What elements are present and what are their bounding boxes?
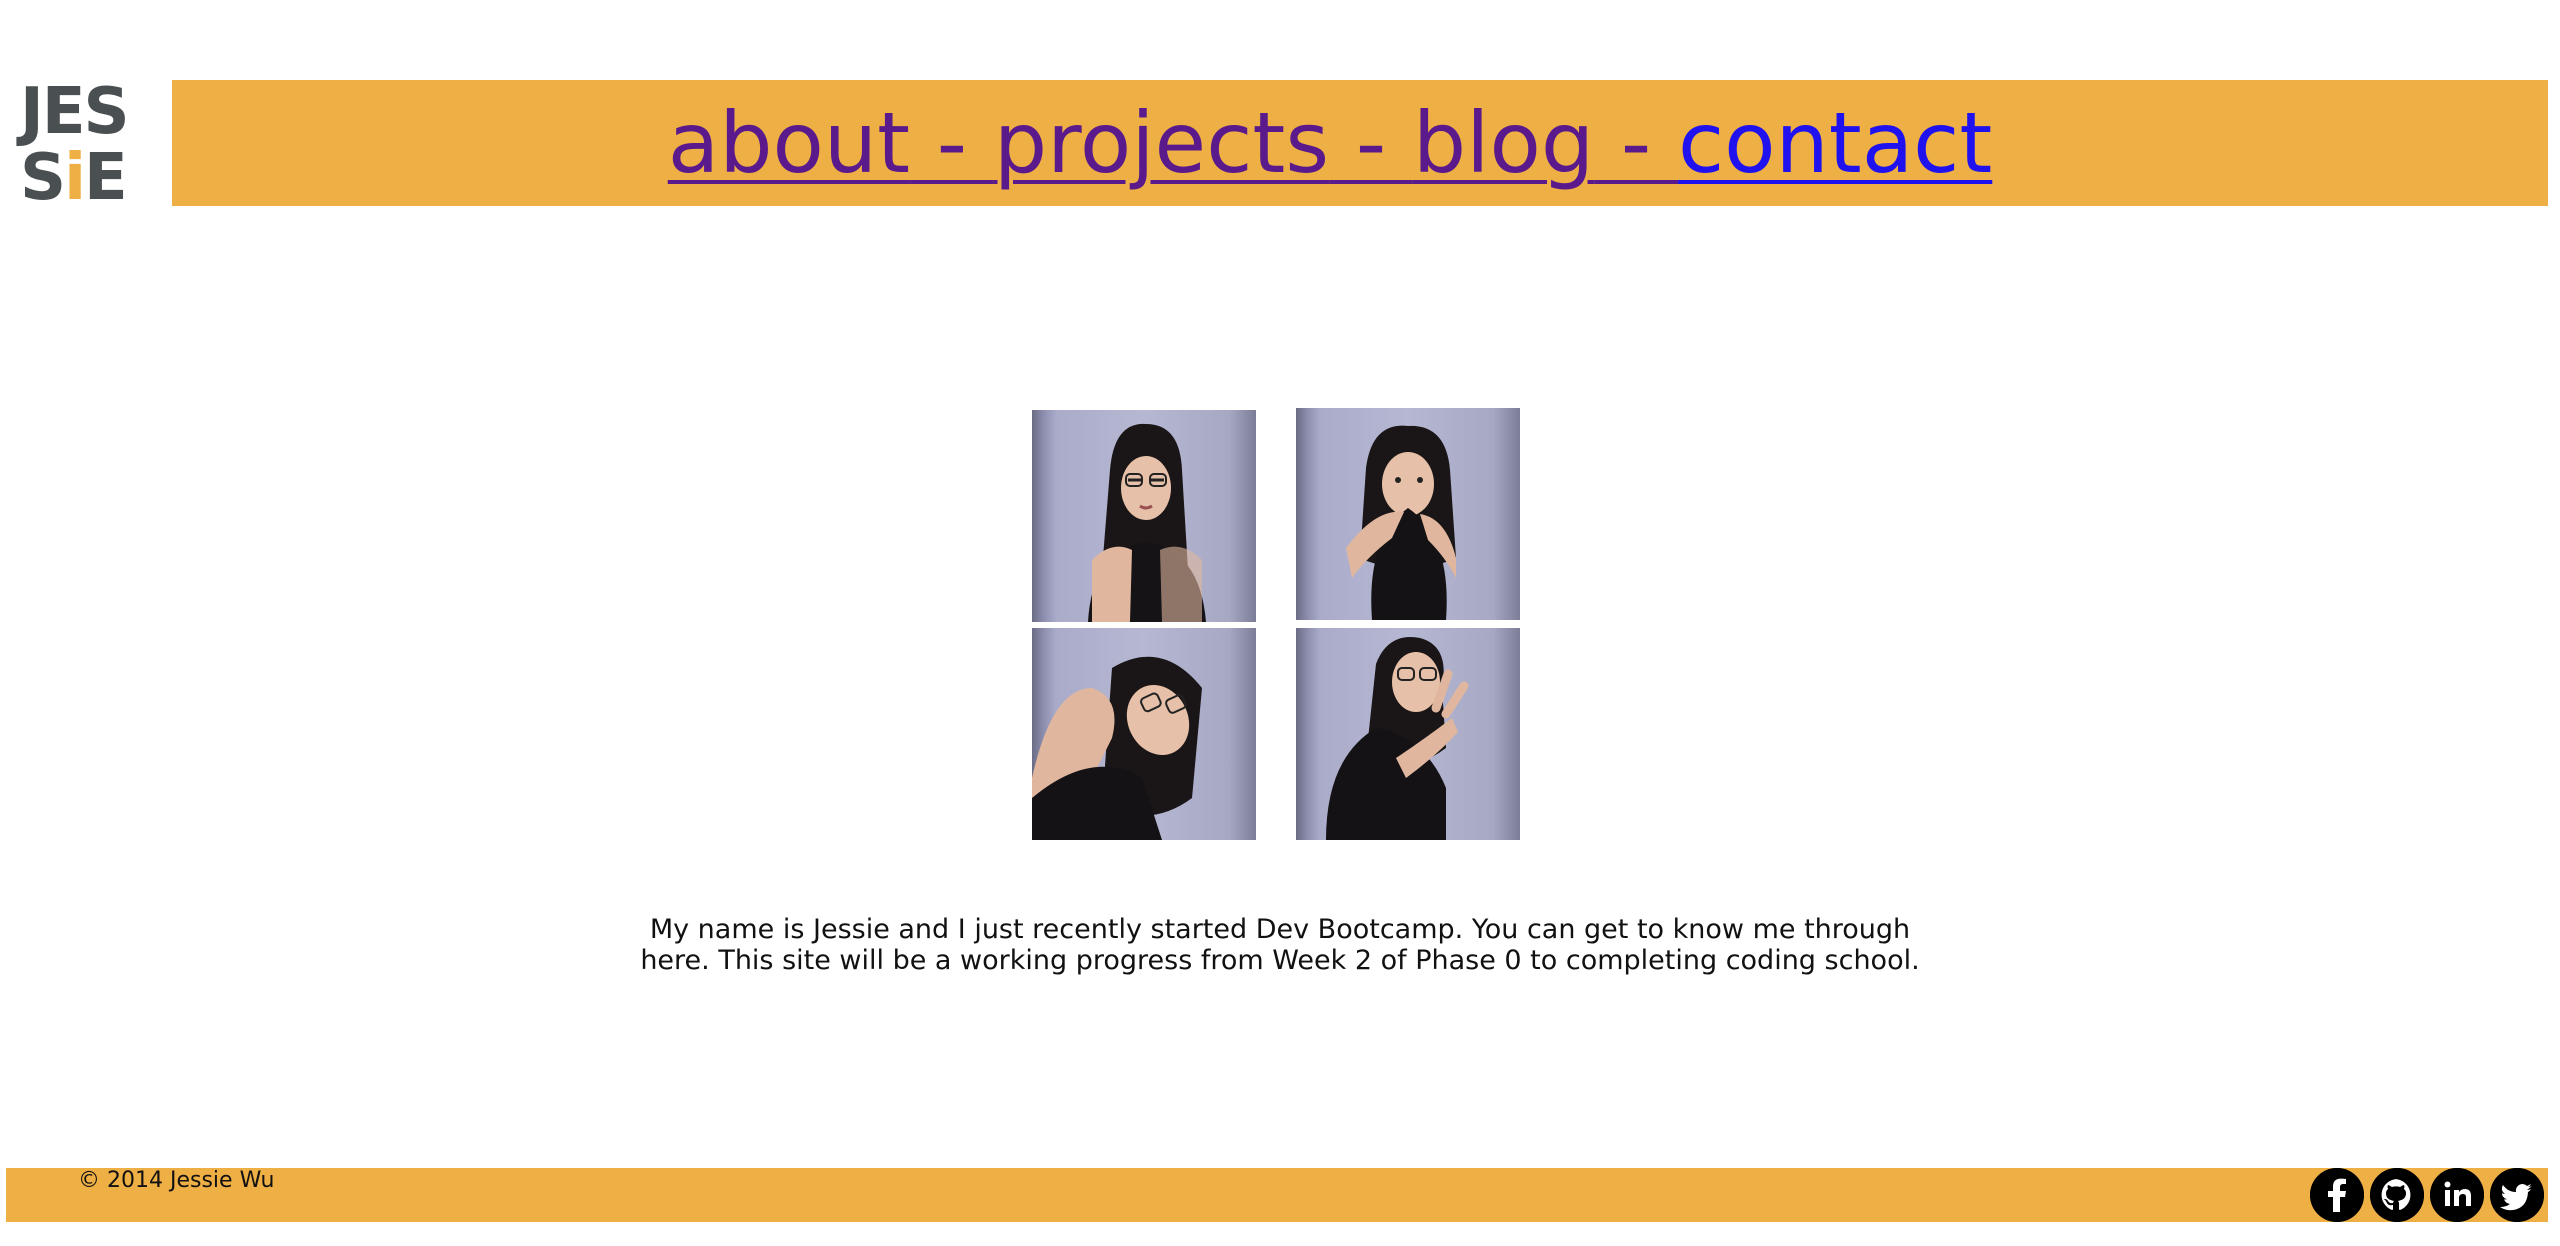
logo-line-2: SiE	[20, 146, 140, 212]
photo-3	[1032, 628, 1256, 840]
social-links	[2310, 1168, 2544, 1222]
footer-bar: © 2014 Jessie Wu	[6, 1168, 2548, 1222]
site-logo[interactable]: JES SiE	[20, 80, 140, 212]
bio-line-2: here. This site will be a working progre…	[640, 945, 1920, 976]
photo-4	[1296, 628, 1520, 840]
main-nav: about - projects - blog - contact	[668, 94, 1993, 192]
github-icon[interactable]	[2370, 1168, 2424, 1222]
photo-2	[1296, 408, 1520, 620]
twitter-icon[interactable]	[2490, 1168, 2544, 1222]
portrait-illustration	[1346, 425, 1456, 620]
nav-separator: -	[910, 94, 994, 192]
nav-separator: -	[1329, 94, 1413, 192]
bio-text: My name is Jessie and I just recently st…	[640, 914, 1920, 976]
logo-text-top: JES	[20, 75, 130, 149]
portrait-illustration	[1032, 656, 1202, 840]
photo-grid	[1032, 408, 1522, 846]
linkedin-icon[interactable]	[2430, 1168, 2484, 1222]
nav-about-link[interactable]: about	[668, 94, 910, 192]
facebook-icon[interactable]	[2310, 1168, 2364, 1222]
logo-line-1: JES	[20, 80, 140, 146]
photo-1	[1032, 410, 1256, 622]
nav-separator: -	[1594, 94, 1678, 192]
bio-line-1: My name is Jessie and I just recently st…	[649, 914, 1911, 945]
portrait-illustration	[1326, 637, 1469, 840]
portrait-illustration	[1088, 423, 1206, 622]
logo-text-bottom: SiE	[20, 141, 128, 215]
copyright-text: © 2014 Jessie Wu	[78, 1168, 275, 1193]
page: JES SiE about - projects - blog - contac…	[0, 0, 2560, 1246]
nav-blog-link[interactable]: blog	[1413, 94, 1594, 192]
nav-projects-link[interactable]: projects	[994, 94, 1329, 192]
nav-contact-link[interactable]: contact	[1678, 94, 1992, 192]
header-bar: about - projects - blog - contact	[172, 80, 2548, 206]
